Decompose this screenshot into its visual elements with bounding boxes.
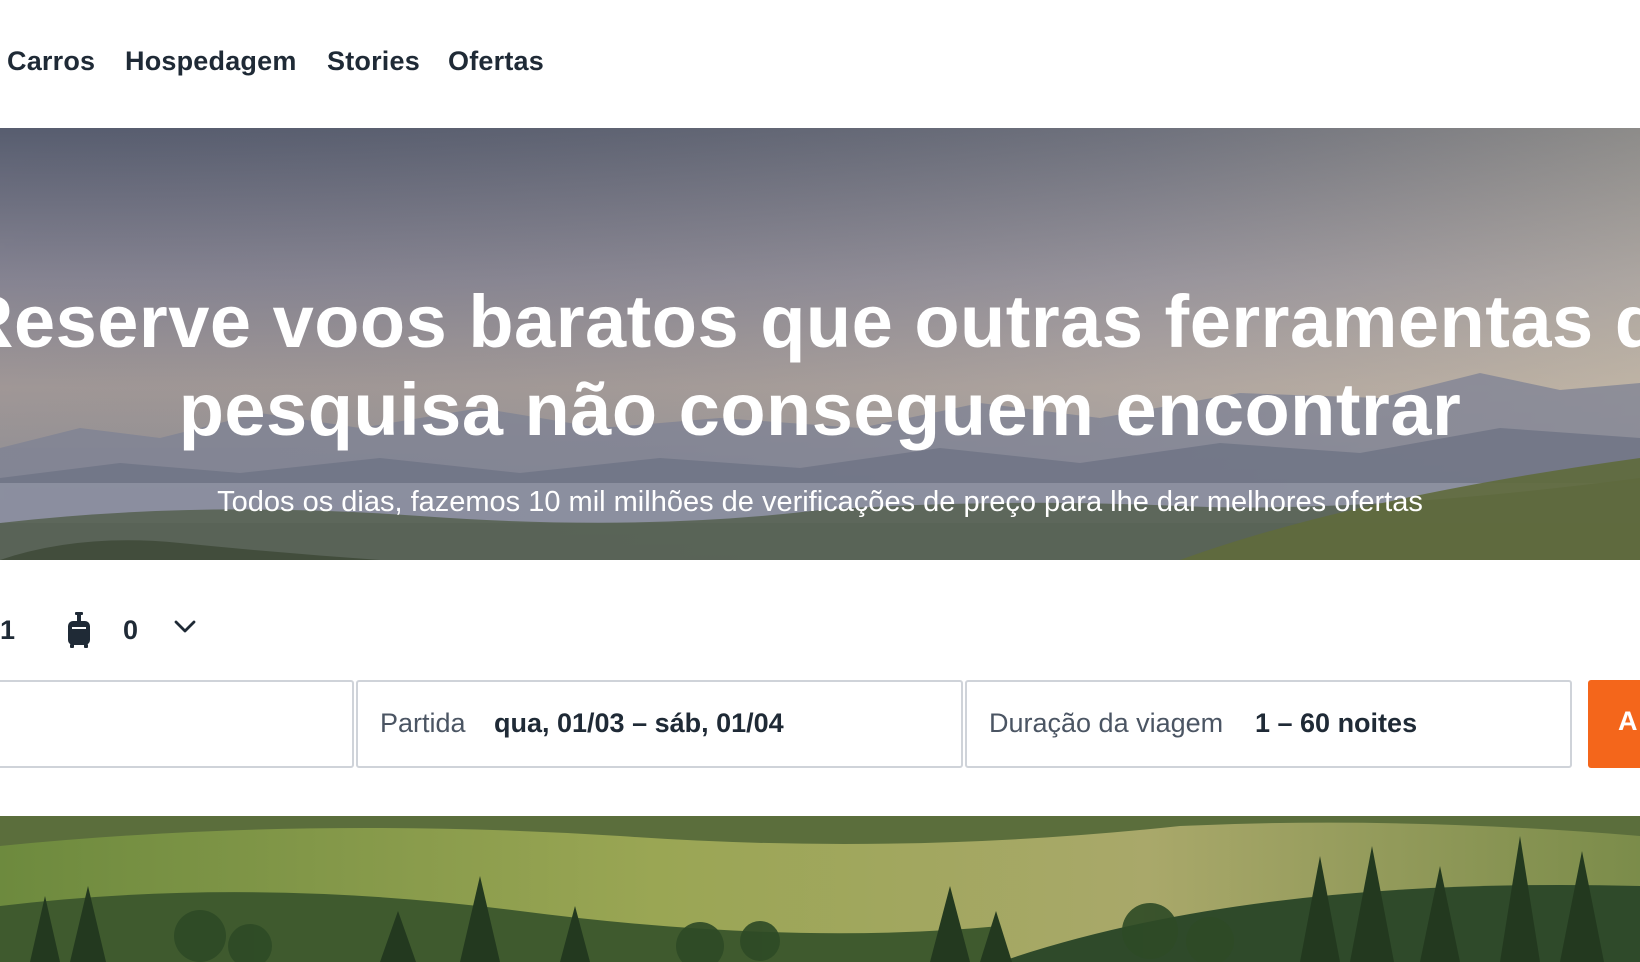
chevron-down-icon[interactable] [172,614,198,640]
trip-duration-field[interactable]: Duração da viagem 1 – 60 noites [965,680,1572,768]
hero-banner: Reserve voos baratos que outras ferramen… [0,128,1640,560]
nav-item-ofertas[interactable]: Ofertas [448,46,544,77]
origin-field[interactable] [0,680,354,768]
search-button[interactable]: A [1588,680,1640,768]
nav-item-hospedagem[interactable]: Hospedagem [125,46,297,77]
departure-value: qua, 01/03 – sáb, 01/04 [494,708,784,738]
landscape-image [0,816,1640,962]
luggage-icon [68,612,90,648]
bags-count[interactable]: 0 [123,615,138,646]
trip-duration-value: 1 – 60 noites [1255,708,1418,738]
top-navigation: Carros Hospedagem Stories Ofertas [0,0,1640,128]
passengers-count[interactable]: 1 [0,615,15,646]
departure-label: Partida [380,708,466,738]
trip-duration-label: Duração da viagem [989,708,1224,738]
nav-item-carros[interactable]: Carros [7,46,95,77]
nav-item-stories[interactable]: Stories [327,46,420,77]
hero-title-line-1: Reserve voos baratos que outras ferramen… [0,280,1640,363]
hero-title-line-2: pesquisa não conseguem encontrar [178,368,1462,451]
departure-date-field[interactable]: Partida qua, 01/03 – sáb, 01/04 [356,680,963,768]
hero-subtitle: Todos os dias, fazemos 10 mil milhões de… [217,486,1423,518]
